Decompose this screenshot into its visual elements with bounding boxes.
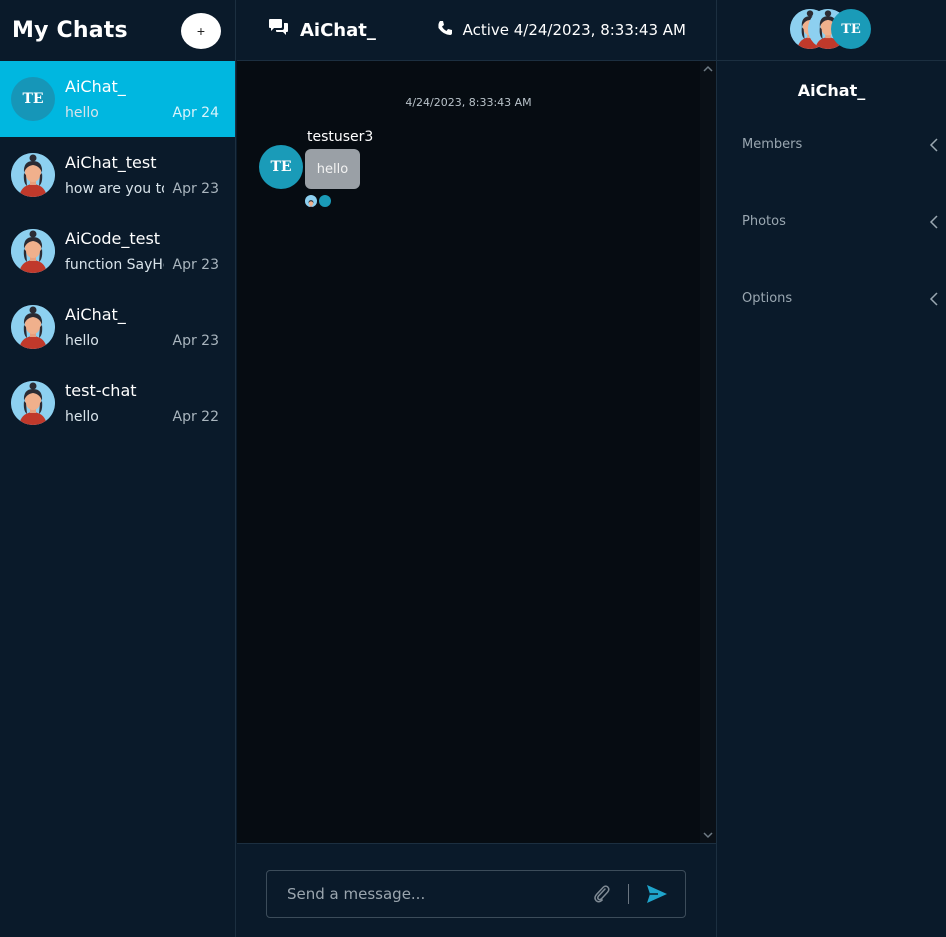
chat-name: AiCode_test (65, 229, 161, 248)
chat-name: AiChat_ (65, 77, 126, 96)
message-input-wrapper (266, 870, 686, 918)
new-chat-button[interactable]: + (181, 12, 221, 49)
message-sender: testuser3 (307, 129, 374, 145)
chat-bubbles-icon (268, 18, 290, 42)
active-status: Active 4/24/2023, 8:33:43 AM (462, 21, 686, 39)
chat-feed: AiChat_ Active 4/24/2023, 8:33:43 AM 4/2… (237, 0, 716, 937)
chat-name: test-chat (65, 381, 137, 400)
chat-list-item[interactable]: test-chat hello Apr 22 (0, 365, 235, 441)
chevron-left-icon[interactable] (928, 137, 940, 152)
composer-divider (628, 884, 629, 904)
photos-section[interactable]: Photos (717, 194, 946, 271)
paperclip-icon[interactable] (592, 884, 612, 904)
date-separator: 4/24/2023, 8:33:43 AM (405, 96, 532, 109)
members-avatar-stack: TE (717, 0, 946, 61)
scrollbar[interactable] (700, 61, 716, 843)
chat-preview: hello (65, 333, 99, 349)
phone-icon[interactable] (437, 20, 453, 40)
chat-date: Apr 23 (172, 333, 219, 349)
female-avatar-icon (11, 381, 55, 425)
send-icon[interactable] (645, 883, 669, 905)
female-avatar-icon (11, 305, 55, 349)
scroll-up-icon[interactable] (703, 64, 713, 74)
chat-preview: how are you today (65, 181, 164, 197)
message-composer (237, 843, 716, 937)
chat-date: Apr 23 (172, 257, 219, 273)
avatar: TE (11, 77, 55, 121)
chat-list-sidebar: My Chats + TE AiChat_ hello Apr 24 AiCha… (0, 0, 236, 937)
chat-preview: hello (65, 105, 99, 121)
chat-date: Apr 22 (172, 409, 219, 425)
chat-date: Apr 24 (172, 105, 219, 121)
avatar: TE (831, 9, 871, 49)
read-receipt-avatar (319, 195, 331, 207)
chat-title: AiChat_ (300, 19, 376, 41)
read-receipts (305, 195, 331, 207)
female-avatar-icon (305, 195, 317, 207)
message-input[interactable] (287, 885, 592, 903)
members-section[interactable]: Members (717, 117, 946, 194)
chat-details-panel: TE AiChat_ Members Photos Options (716, 0, 946, 937)
chat-list-item[interactable]: AiChat_ hello Apr 23 (0, 289, 235, 365)
chevron-left-icon[interactable] (928, 291, 940, 306)
details-title: AiChat_ (797, 81, 866, 100)
options-section[interactable]: Options (717, 271, 946, 348)
section-label: Options (742, 291, 793, 306)
female-avatar-icon (11, 229, 55, 273)
female-avatar-icon (11, 153, 55, 197)
chat-list-item[interactable]: AiChat_test how are you today Apr 23 (0, 137, 235, 213)
chat-date: Apr 23 (172, 181, 219, 197)
sidebar-title: My Chats (12, 18, 128, 43)
chat-preview: hello (65, 409, 99, 425)
scroll-down-icon[interactable] (703, 830, 713, 840)
chat-header: AiChat_ Active 4/24/2023, 8:33:43 AM (237, 0, 716, 61)
section-label: Photos (742, 214, 786, 229)
avatar: TE (259, 145, 303, 189)
message-bubble[interactable]: hello (305, 149, 360, 189)
section-label: Members (742, 137, 803, 152)
chat-name: AiChat_test (65, 153, 157, 172)
chat-list-item[interactable]: TE AiChat_ hello Apr 24 (0, 61, 235, 137)
chat-list-item[interactable]: AiCode_test function SayHello Apr 23 (0, 213, 235, 289)
chat-name: AiChat_ (65, 305, 126, 324)
chevron-left-icon[interactable] (928, 214, 940, 229)
message-list[interactable]: 4/24/2023, 8:33:43 AM testuser3 TE hello (237, 61, 716, 843)
chat-preview: function SayHello (65, 257, 164, 273)
sidebar-header: My Chats + (0, 0, 235, 61)
